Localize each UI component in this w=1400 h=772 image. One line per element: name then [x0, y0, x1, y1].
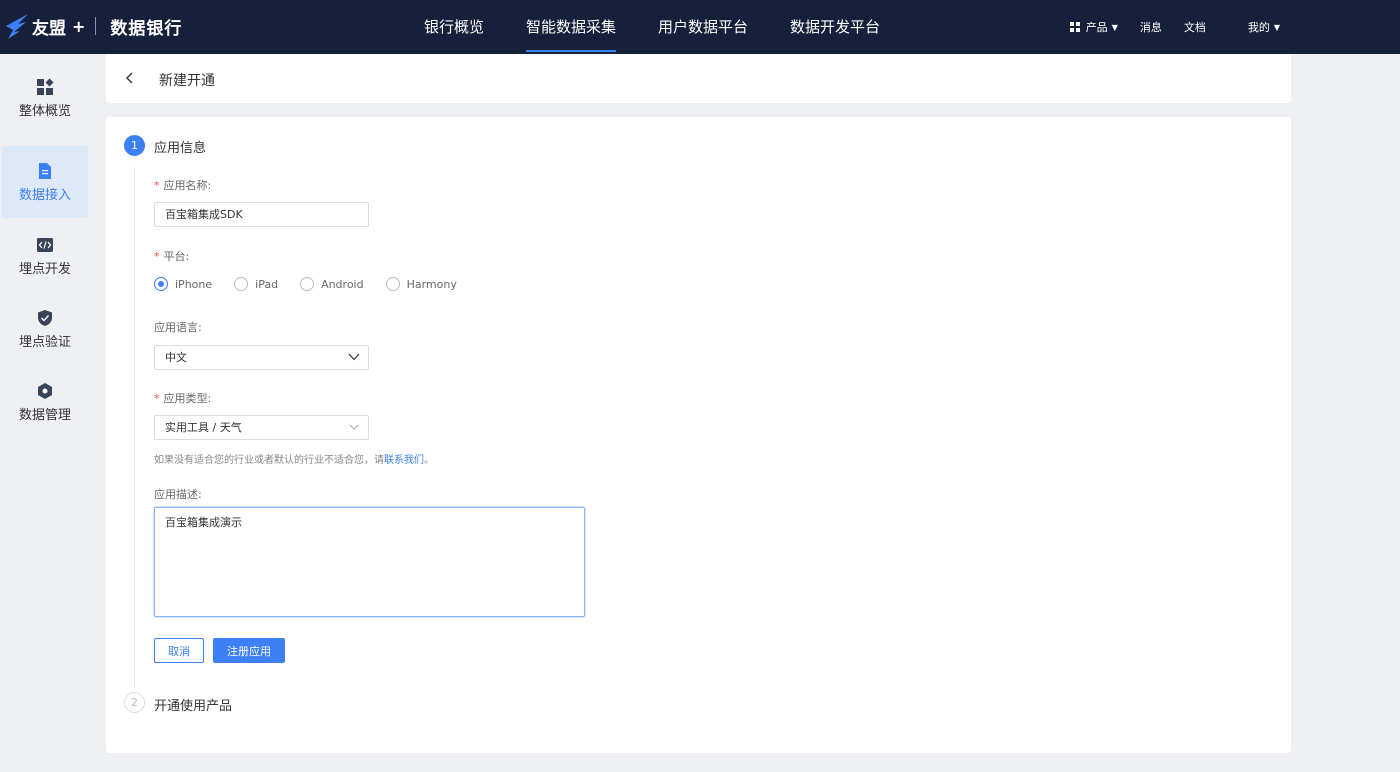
nav-data-dev-platform[interactable]: 数据开发平台 — [790, 0, 880, 54]
app-name-input[interactable]: 百宝箱集成SDK — [154, 202, 369, 227]
hexagon-icon — [38, 382, 52, 399]
radio-circle — [300, 277, 315, 291]
messages-link[interactable]: 消息 — [1140, 19, 1162, 35]
nav-user-data-platform[interactable]: 用户数据平台 — [658, 0, 748, 54]
platform-radio-ipad[interactable]: iPad — [234, 277, 278, 291]
main-nav: 银行概览 智能数据采集 用户数据平台 数据开发平台 — [424, 0, 922, 54]
dashboard-icon — [37, 78, 54, 95]
products-menu[interactable]: 产品 ▼ — [1069, 19, 1118, 35]
step-1-indicator: 1 — [124, 135, 145, 156]
platform-radio-android[interactable]: Android — [300, 277, 364, 291]
sidebar-item-label: 埋点开发 — [18, 261, 71, 277]
sidebar-item-label: 整体概览 — [18, 103, 71, 119]
required-mark: * — [154, 250, 160, 263]
sidebar-item-tracking-verify[interactable]: 埋点验证 — [2, 293, 88, 365]
docs-link[interactable]: 文档 — [1184, 19, 1206, 35]
description-label: 应用描述: — [154, 488, 202, 501]
brand-plus: + — [72, 16, 86, 36]
nav-smart-data-collection[interactable]: 智能数据采集 — [526, 0, 617, 54]
document-icon — [39, 162, 51, 179]
platform-label: * 平台: — [154, 250, 190, 263]
app-type-label: * 应用类型: — [154, 392, 212, 405]
me-menu[interactable]: 我的 ▼ — [1248, 19, 1280, 35]
sidebar-item-tracking-dev[interactable]: 埋点开发 — [2, 220, 88, 292]
page-title: 新建开通 — [159, 73, 215, 89]
nav-bank-overview[interactable]: 银行概览 — [424, 0, 484, 54]
swallow-logo-icon — [6, 14, 28, 39]
required-mark: * — [154, 392, 160, 405]
me-label: 我的 — [1247, 21, 1270, 34]
language-select[interactable]: 中文 — [154, 345, 369, 370]
chevron-down-icon — [348, 353, 360, 361]
app-name-label: * 应用名称: — [154, 179, 212, 192]
sidebar-item-label: 数据接入 — [18, 187, 71, 203]
platform-radio-iphone[interactable]: iPhone — [154, 277, 212, 291]
logo-divider — [95, 17, 97, 35]
step-connector — [134, 167, 135, 687]
logo[interactable]: 友盟 + 数据银行 — [4, 12, 182, 40]
contact-us-link[interactable]: 联系我们 — [384, 455, 424, 466]
step-2-title: 开通使用产品 — [154, 699, 233, 714]
chevron-down-icon — [349, 424, 359, 430]
description-textarea[interactable]: 百宝箱集成演示 — [154, 507, 585, 617]
grid-icon — [1069, 22, 1080, 32]
app-type-select[interactable]: 实用工具 / 天气 — [154, 415, 369, 440]
register-app-button[interactable]: 注册应用 — [213, 638, 285, 663]
platform-radio-group: iPhone iPad Android Harmony — [154, 277, 479, 291]
caret-down-icon: ▼ — [1111, 22, 1118, 32]
sidebar-item-label: 数据管理 — [18, 407, 71, 423]
app-type-value: 实用工具 / 天气 — [165, 421, 242, 434]
top-navigation-bar: 友盟 + 数据银行 银行概览 智能数据采集 用户数据平台 数据开发平台 产品 ▼… — [0, 0, 1400, 54]
chevron-left-icon[interactable] — [124, 70, 136, 86]
product-name: 数据银行 — [110, 18, 183, 39]
industry-hint: 如果没有适合您的行业或者默认的行业不适合您，请联系我们。 — [154, 455, 434, 466]
cancel-button[interactable]: 取消 — [154, 638, 204, 663]
caret-down-icon: ▼ — [1273, 22, 1280, 32]
form-card: 1 应用信息 * 应用名称: 百宝箱集成SDK * 平台: iPhone iPad … — [106, 117, 1291, 753]
code-icon — [37, 237, 53, 252]
sidebar: 整体概览 数据接入 埋点开发 埋点验证 数据管理 — [0, 54, 90, 772]
sidebar-item-data-management[interactable]: 数据管理 — [2, 366, 88, 438]
radio-circle — [385, 277, 400, 291]
products-label: 产品 — [1085, 21, 1108, 34]
shield-check-icon — [38, 309, 52, 326]
platform-radio-harmony[interactable]: Harmony — [385, 277, 457, 291]
right-nav: 产品 ▼ 消息 文档 我的 ▼ — [1048, 0, 1280, 54]
radio-circle — [154, 277, 168, 291]
sidebar-item-label: 埋点验证 — [18, 334, 71, 350]
step-1-title: 应用信息 — [154, 141, 207, 156]
step-2-indicator: 2 — [124, 692, 145, 713]
sidebar-item-data-access[interactable]: 数据接入 — [2, 146, 88, 218]
language-value: 中文 — [165, 351, 187, 364]
sidebar-item-overview[interactable]: 整体概览 — [2, 62, 88, 134]
language-label: 应用语言: — [154, 321, 202, 334]
required-mark: * — [154, 179, 160, 192]
page-header: 新建开通 — [106, 54, 1291, 103]
brand-name: 友盟 — [32, 18, 66, 39]
radio-circle — [234, 277, 249, 291]
